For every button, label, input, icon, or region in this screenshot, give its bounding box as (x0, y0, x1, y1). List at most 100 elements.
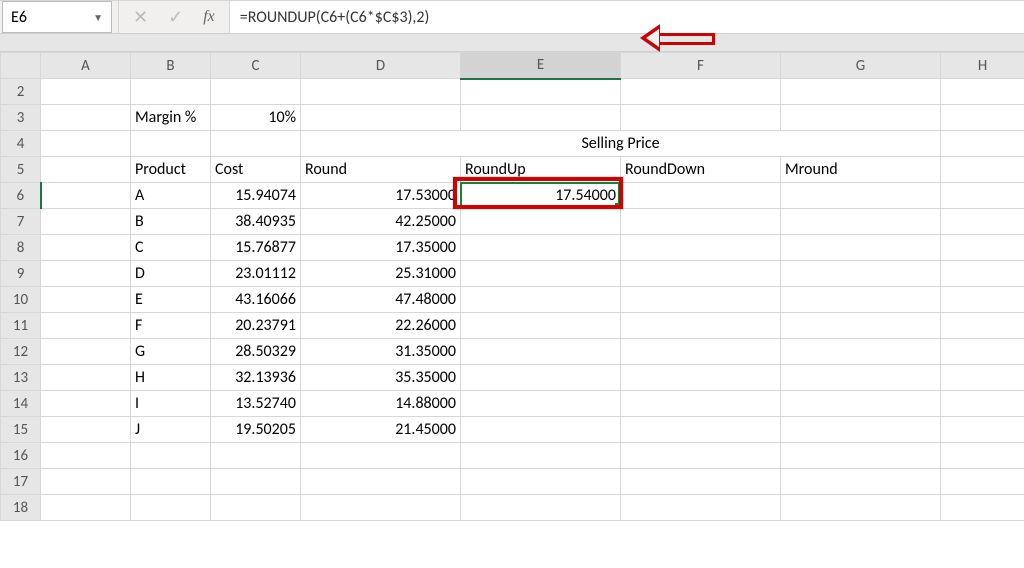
cell[interactable] (301, 105, 461, 131)
cell-mround[interactable] (781, 365, 941, 391)
cell[interactable] (301, 469, 461, 495)
cell-rounddown[interactable] (621, 365, 781, 391)
cell[interactable] (41, 313, 131, 339)
cell-rounddown[interactable] (621, 339, 781, 365)
row-header-13[interactable]: 13 (1, 365, 41, 391)
cell-round[interactable]: 47.48000 (301, 287, 461, 313)
row-header-16[interactable]: 16 (1, 443, 41, 469)
cell[interactable] (41, 495, 131, 521)
cell[interactable] (941, 339, 1024, 365)
cell-rounddown[interactable] (621, 313, 781, 339)
cell[interactable] (941, 209, 1024, 235)
cell-product[interactable]: H (131, 365, 211, 391)
cell-cost[interactable]: 20.23791 (211, 313, 301, 339)
worksheet[interactable]: A B C D E F G H 2 3 Margin % 10% 4 Selli… (0, 52, 1024, 521)
cell-product[interactable]: B (131, 209, 211, 235)
cell[interactable] (211, 469, 301, 495)
cancel-icon[interactable]: ✕ (133, 6, 148, 28)
cell-mround[interactable] (781, 261, 941, 287)
confirm-icon[interactable]: ✓ (168, 6, 183, 28)
select-all-corner[interactable] (1, 53, 41, 79)
cell-product[interactable]: C (131, 235, 211, 261)
cell[interactable] (941, 183, 1024, 209)
col-header-G[interactable]: G (781, 53, 941, 79)
cell[interactable] (621, 79, 781, 105)
cell-rounddown[interactable] (621, 183, 781, 209)
cell-product[interactable]: A (131, 183, 211, 209)
cell[interactable] (41, 131, 131, 157)
cell[interactable] (781, 495, 941, 521)
col-header-C[interactable]: C (211, 53, 301, 79)
row-header-12[interactable]: 12 (1, 339, 41, 365)
row-header-5[interactable]: 5 (1, 157, 41, 183)
cell[interactable] (41, 417, 131, 443)
cell-mround[interactable] (781, 235, 941, 261)
cell-product[interactable]: J (131, 417, 211, 443)
cell-mround[interactable] (781, 391, 941, 417)
row-header-7[interactable]: 7 (1, 209, 41, 235)
cell[interactable] (621, 469, 781, 495)
cell[interactable] (461, 495, 621, 521)
cell-mround[interactable] (781, 209, 941, 235)
cell[interactable] (41, 365, 131, 391)
cell-rounddown[interactable] (621, 209, 781, 235)
cell-mround[interactable] (781, 287, 941, 313)
margin-label-cell[interactable]: Margin % (131, 105, 211, 131)
cell[interactable] (41, 105, 131, 131)
cell-roundup[interactable] (461, 391, 621, 417)
cell[interactable] (131, 131, 211, 157)
cell[interactable] (941, 105, 1024, 131)
cell-product[interactable]: G (131, 339, 211, 365)
cell-roundup[interactable] (461, 365, 621, 391)
cell-roundup[interactable] (461, 261, 621, 287)
cell[interactable] (941, 469, 1024, 495)
cell-roundup[interactable] (461, 339, 621, 365)
cell[interactable] (941, 313, 1024, 339)
cell-cost[interactable]: 15.76877 (211, 235, 301, 261)
cell-roundup-active[interactable]: 17.54000 (461, 183, 621, 209)
cell[interactable] (301, 495, 461, 521)
row-header-17[interactable]: 17 (1, 469, 41, 495)
cell[interactable] (131, 443, 211, 469)
row-header-9[interactable]: 9 (1, 261, 41, 287)
margin-value-cell[interactable]: 10% (211, 105, 301, 131)
cell[interactable] (461, 105, 621, 131)
cell[interactable] (301, 79, 461, 105)
cell[interactable] (131, 495, 211, 521)
cell[interactable] (131, 79, 211, 105)
cell-roundup[interactable] (461, 313, 621, 339)
cell-rounddown[interactable] (621, 261, 781, 287)
cell[interactable] (941, 443, 1024, 469)
col-header-D[interactable]: D (301, 53, 461, 79)
cell[interactable] (211, 443, 301, 469)
row-header-8[interactable]: 8 (1, 235, 41, 261)
cost-header[interactable]: Cost (211, 157, 301, 183)
chevron-down-icon[interactable]: ▼ (93, 11, 103, 24)
cell[interactable] (781, 443, 941, 469)
col-header-E[interactable]: E (461, 53, 621, 79)
cell[interactable] (41, 261, 131, 287)
mround-header[interactable]: Mround (781, 157, 941, 183)
cell-round[interactable]: 35.35000 (301, 365, 461, 391)
formula-input[interactable]: =ROUNDUP(C6+(C6*$C$3),2) (230, 1, 1024, 33)
cell[interactable] (941, 79, 1024, 105)
cell[interactable] (41, 79, 131, 105)
cell[interactable] (621, 443, 781, 469)
cell[interactable] (461, 469, 621, 495)
row-header-2[interactable]: 2 (1, 79, 41, 105)
cell[interactable] (41, 469, 131, 495)
cell-cost[interactable]: 23.01112 (211, 261, 301, 287)
cell-rounddown[interactable] (621, 417, 781, 443)
cell-mround[interactable] (781, 417, 941, 443)
cell[interactable] (941, 131, 1024, 157)
cell[interactable] (941, 365, 1024, 391)
row-header-14[interactable]: 14 (1, 391, 41, 417)
cell[interactable] (941, 495, 1024, 521)
cell-round[interactable]: 21.45000 (301, 417, 461, 443)
col-header-B[interactable]: B (131, 53, 211, 79)
cell-cost[interactable]: 43.16066 (211, 287, 301, 313)
cell[interactable] (41, 157, 131, 183)
name-box[interactable]: E6 ▼ (2, 1, 112, 33)
row-header-11[interactable]: 11 (1, 313, 41, 339)
cell-round[interactable]: 17.53000 (301, 183, 461, 209)
